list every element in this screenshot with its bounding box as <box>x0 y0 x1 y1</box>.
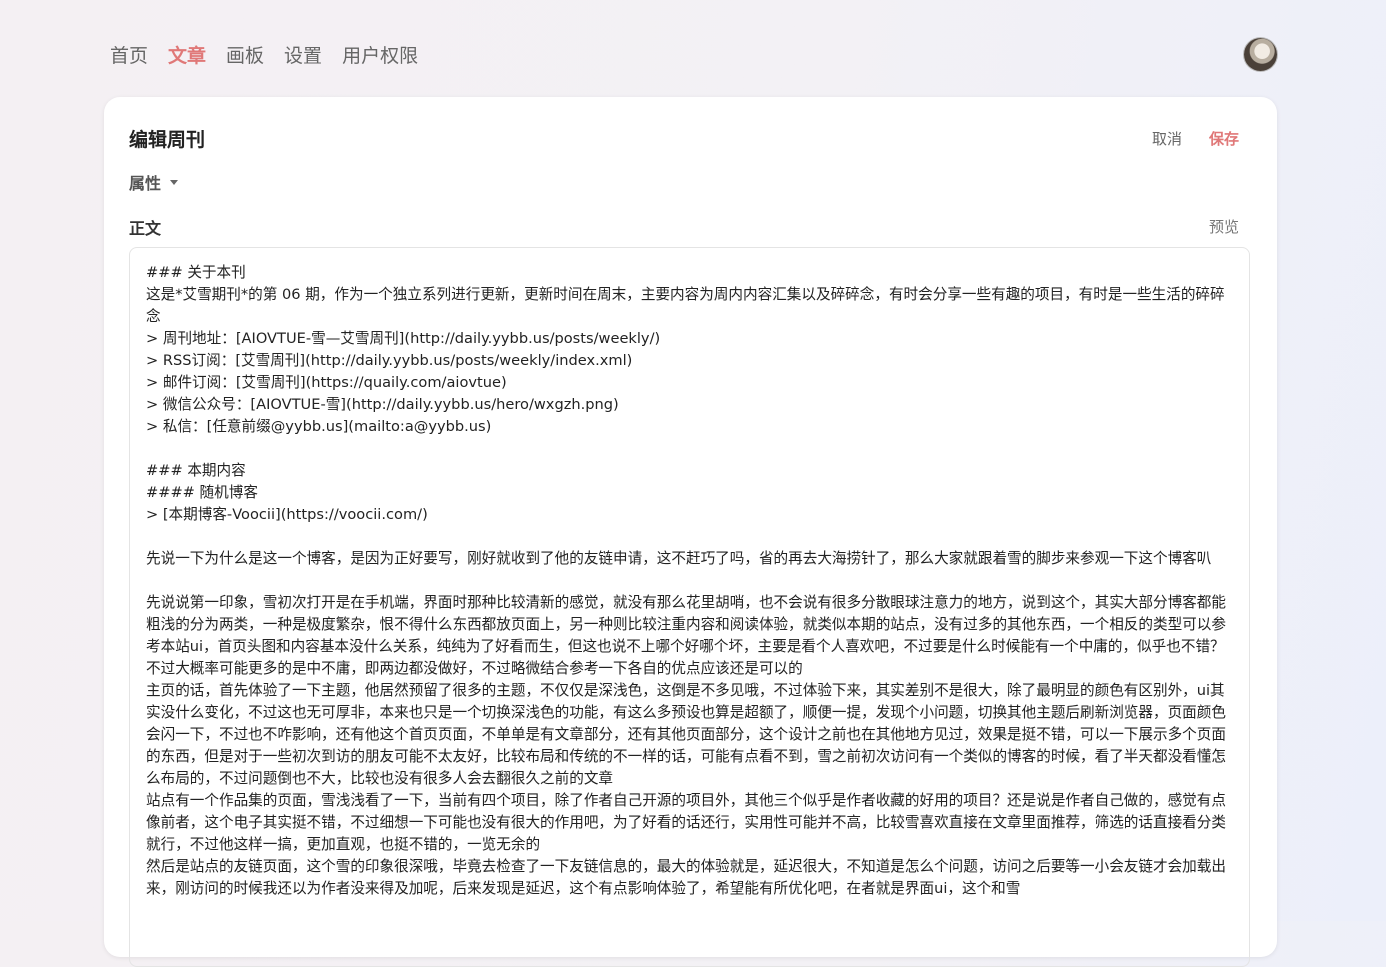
markdown-editor[interactable]: ### 关于本刊 这是*艾雪期刊*的第 06 期，作为一个独立系列进行更新，更新… <box>129 247 1250 967</box>
editor-line: > RSS订阅：[艾雪周刊](http://daily.yybb.us/post… <box>146 352 633 369</box>
editor-line: 然后是站点的友链页面，这个雪的印象很深哦，毕竟去检查了一下友链信息的，最大的体验… <box>146 858 1226 897</box>
editor-line: 先说一下为什么是这一个博客，是因为正好要写，刚好就收到了他的友链申请，这不赶巧了… <box>146 550 1212 567</box>
nav-item-settings[interactable]: 设置 <box>284 42 322 70</box>
editor-line: 这是*艾雪期刊*的第 06 期，作为一个独立系列进行更新，更新时间在周末，主要内… <box>146 286 1225 325</box>
top-nav: 首页 文章 画板 设置 用户权限 <box>110 42 438 70</box>
nav-item-user-permissions[interactable]: 用户权限 <box>342 42 418 70</box>
nav-item-canvas[interactable]: 画板 <box>226 42 264 70</box>
editor-line: #### 随机博客 <box>146 484 258 501</box>
editor-line: ### 关于本刊 <box>146 264 246 281</box>
nav-item-home[interactable]: 首页 <box>110 42 148 70</box>
editor-line: > 私信：[任意前缀@yybb.us](mailto:a@yybb.us) <box>146 418 492 435</box>
save-button[interactable]: 保存 <box>1209 128 1239 149</box>
properties-label: 属性 <box>129 174 162 193</box>
editor-line: ### 本期内容 <box>146 462 246 479</box>
editor-line: 先说说第一印象，雪初次打开是在手机端，界面时那种比较清新的感觉，就没有那么花里胡… <box>146 594 1226 677</box>
editor-line: > 周刊地址：[AIOVTUE-雪—艾雪周刊](http://daily.yyb… <box>146 330 661 347</box>
properties-toggle[interactable]: 属性 <box>129 170 179 194</box>
caret-down-icon <box>170 179 179 185</box>
page-title: 编辑周刊 <box>129 129 206 151</box>
preview-button[interactable]: 预览 <box>1209 216 1239 237</box>
cancel-button[interactable]: 取消 <box>1152 128 1182 149</box>
editor-line: > 微信公众号：[AIOVTUE-雪](http://daily.yybb.us… <box>146 396 619 413</box>
editor-card: 编辑周刊 取消 保存 属性 正文 预览 ### 关于本刊 这是*艾雪期刊*的第 … <box>104 97 1277 967</box>
editor-line: 站点有一个作品集的页面，雪浅浅看了一下，当前有四个项目，除了作者自己开源的项目外… <box>146 792 1226 853</box>
body-section-label: 正文 <box>129 219 162 238</box>
avatar[interactable] <box>1244 38 1277 71</box>
editor-line: > [本期博客-Voocii](https://voocii.com/) <box>146 506 428 523</box>
editor-line: > 邮件订阅：[艾雪周刊](https://quaily.com/aiovtue… <box>146 374 507 391</box>
nav-item-articles[interactable]: 文章 <box>168 42 206 70</box>
editor-line: 主页的话，首先体验了一下主题，他居然预留了很多的主题，不仅仅是深浅色，这倒是不多… <box>146 682 1226 787</box>
